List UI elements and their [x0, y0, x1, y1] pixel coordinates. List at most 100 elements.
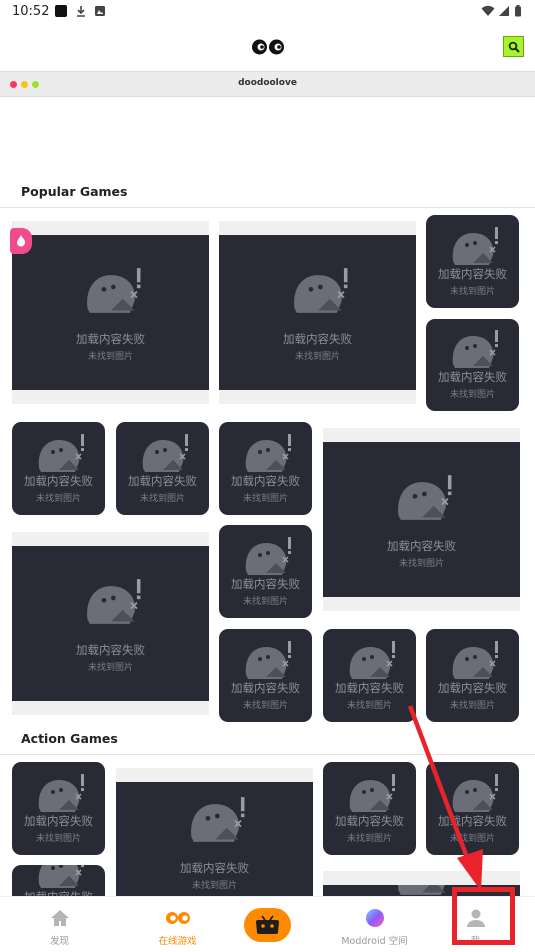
annotation-highlight-box: [452, 887, 515, 945]
game-tile[interactable]: 加载内容失败未找到图片: [219, 629, 312, 722]
tab-label: 发现: [49, 936, 69, 947]
section-divider: [0, 207, 535, 208]
load-failed-text: 加载内容失败: [387, 538, 456, 553]
game-tile[interactable]: 加载内容失败未找到图片: [219, 525, 312, 618]
image-not-found-text: 未找到图片: [449, 390, 495, 400]
game-tile[interactable]: 加载内容失败未找到图片: [219, 235, 416, 390]
game-tile[interactable]: 加载内容失败未找到图片: [323, 629, 416, 722]
search-button[interactable]: [503, 36, 524, 57]
game-tile[interactable]: 加载内容失败未找到图片: [426, 319, 519, 411]
gamepad-icon: [256, 915, 279, 934]
image-not-found-text: 未找到图片: [346, 700, 392, 711]
broken-image-ghost-icon: [452, 640, 498, 679]
broken-image-ghost-icon: [38, 433, 84, 472]
load-failed-text: 加载内容失败: [231, 680, 300, 695]
load-failed-text: 加载内容失败: [438, 266, 507, 281]
game-tile[interactable]: 加载内容失败未找到图片: [323, 762, 416, 855]
image-not-found-text: 未找到图片: [139, 493, 185, 504]
load-failed-text: 加载内容失败: [438, 680, 507, 695]
image-not-found-text: 未找到图片: [87, 662, 133, 673]
game-tile[interactable]: 加载内容失败未找到图片: [426, 215, 519, 308]
load-failed-text: 加载内容失败: [438, 813, 507, 828]
planet-icon: [365, 909, 384, 927]
load-failed-text: 加载内容失败: [283, 331, 352, 346]
notification-square-icon: [55, 5, 67, 17]
section-title-popular: Popular Games: [21, 184, 128, 199]
load-failed-text: 加载内容失败: [76, 642, 145, 657]
game-tile[interactable]: 加载内容失败未找到图片: [116, 422, 209, 515]
browser-url: doodoolove: [238, 78, 297, 88]
broken-image-ghost-icon: [245, 536, 291, 575]
load-failed-text: 加载内容失败: [128, 473, 197, 488]
broken-image-ghost-icon: [190, 797, 244, 842]
tab-moddroid-space[interactable]: Moddroid 空间: [321, 897, 428, 952]
broken-image-ghost-icon: [452, 226, 498, 265]
broken-image-ghost-icon: [452, 773, 498, 812]
load-failed-text: 加载内容失败: [24, 813, 93, 828]
search-icon: [508, 41, 520, 53]
image-not-found-text: 未找到图片: [398, 558, 444, 569]
image-not-found-text: 未找到图片: [294, 351, 340, 362]
load-failed-text: 加载内容失败: [180, 861, 249, 875]
tab-label: 在线游戏: [158, 936, 197, 947]
bookmark-badge[interactable]: [10, 228, 32, 254]
center-game-button[interactable]: [244, 908, 291, 942]
image-not-found-text: 未找到图片: [449, 833, 495, 844]
load-failed-text: 加载内容失败: [76, 331, 145, 346]
wifi-icon: [481, 5, 495, 16]
browser-bar: doodoolove: [0, 71, 535, 97]
image-not-found-text: 未找到图片: [87, 351, 133, 362]
battery-icon: [515, 5, 521, 17]
tab-online-games[interactable]: 在线游戏: [124, 897, 231, 952]
game-tile[interactable]: 加载内容失败未找到图片: [12, 235, 209, 390]
image-not-found-text: 未找到图片: [346, 833, 392, 844]
flame-icon: [17, 235, 25, 247]
status-time: 10:52: [12, 4, 50, 19]
app-bar: [0, 24, 535, 70]
broken-image-ghost-icon: [245, 640, 291, 679]
broken-image-ghost-icon: [397, 474, 451, 520]
image-not-found-text: 未找到图片: [242, 596, 288, 607]
broken-image-ghost-icon: [452, 330, 498, 369]
load-failed-text: 加载内容失败: [231, 473, 300, 488]
image-not-found-text: 未找到图片: [449, 700, 495, 711]
game-tile[interactable]: 加载内容失败未找到图片: [323, 442, 520, 597]
game-tile[interactable]: 加载内容失败未找到图片: [12, 546, 209, 701]
game-tile[interactable]: 加载内容失败未找到图片: [219, 422, 312, 515]
game-tile[interactable]: 加载内容失败未找到图片: [426, 629, 519, 722]
broken-image-ghost-icon: [86, 267, 140, 313]
game-tile[interactable]: 加载内容失败未找到图片: [12, 762, 105, 855]
eyes-logo-icon[interactable]: [251, 37, 285, 57]
image-not-found-text: 未找到图片: [35, 493, 81, 504]
broken-image-ghost-icon: [38, 865, 84, 889]
broken-image-ghost-icon: [86, 578, 140, 624]
load-failed-text: 加载内容失败: [438, 370, 507, 384]
eyes-icon: [165, 912, 190, 924]
load-failed-text: 加载内容失败: [231, 576, 300, 591]
tab-label: Moddroid 空间: [341, 936, 408, 947]
signal-icon: [499, 6, 509, 16]
image-not-found-text: 未找到图片: [35, 833, 81, 844]
load-failed-text: 加载内容失败: [335, 680, 404, 695]
game-tile[interactable]: 加载内容失败未找到图片: [116, 782, 313, 902]
broken-image-ghost-icon: [293, 267, 347, 313]
section-divider: [0, 754, 535, 755]
broken-image-ghost-icon: [349, 640, 395, 679]
broken-image-ghost-icon: [245, 433, 291, 472]
load-failed-text: 加载内容失败: [335, 813, 404, 828]
image-not-found-text: 未找到图片: [449, 286, 495, 297]
image-not-found-text: 未找到图片: [242, 493, 288, 504]
image-not-found-text: 未找到图片: [191, 881, 237, 891]
broken-image-ghost-icon: [38, 773, 84, 812]
image-not-found-text: 未找到图片: [242, 700, 288, 711]
download-icon: [77, 6, 85, 17]
section-title-action: Action Games: [21, 731, 118, 746]
broken-image-ghost-icon: [349, 773, 395, 812]
game-tile[interactable]: 加载内容失败未找到图片: [426, 762, 519, 855]
broken-image-ghost-icon: [142, 433, 188, 472]
game-tile[interactable]: 加载内容失败未找到图片: [12, 422, 105, 515]
status-bar: 10:52: [0, 0, 535, 24]
load-failed-text: 加载内容失败: [24, 473, 93, 488]
tab-discover[interactable]: 发现: [6, 897, 113, 952]
home-icon: [50, 910, 69, 926]
